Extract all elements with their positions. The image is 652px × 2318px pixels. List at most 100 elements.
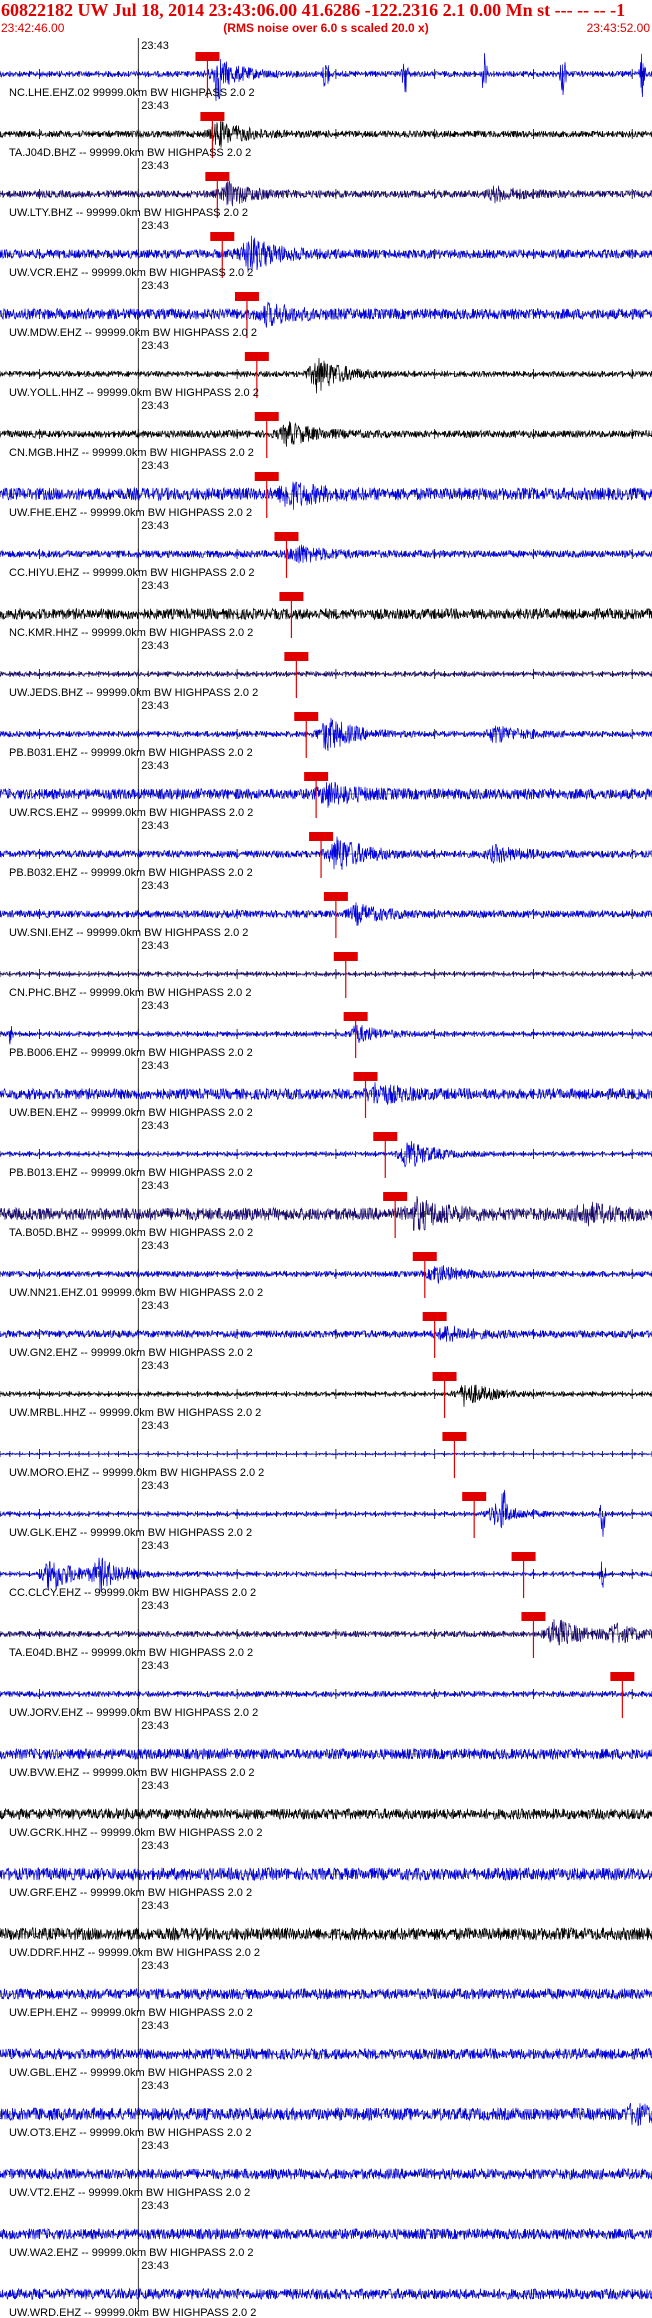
pick-flag: [279, 592, 304, 601]
minute-tick-label: 23:43: [141, 1480, 169, 1492]
trace-row: 23:43 UW.YOLL.HHZ -- 99999.0km BW HIGHPAS…: [0, 338, 652, 399]
trace-row: 23:43 PB.B031.EHZ -- 99999.0km BW HIGHPAS…: [0, 698, 652, 759]
minute-tick-label: 23:43: [141, 280, 169, 292]
station-label: NC.KMR.HHZ -- 99999.0km BW HIGHPASS 2.0 …: [9, 627, 253, 639]
minute-tick-label: 23:43: [141, 760, 169, 772]
station-label: UW.MRBL.HHZ -- 99999.0km BW HIGHPASS 2.0…: [9, 1407, 261, 1419]
station-label: UW.RCS.EHZ -- 99999.0km BW HIGHPASS 2.0 …: [9, 807, 253, 819]
station-label: UW.LTY.BHZ -- 99999.0km BW HIGHPASS 2.0 …: [9, 207, 248, 219]
station-label: UW.EPH.EHZ -- 99999.0km BW HIGHPASS 2.0 …: [9, 2007, 253, 2019]
trace-row: 23:43 UW.DDRF.HHZ -- 99999.0km BW HIGHPAS…: [0, 1898, 652, 1959]
station-label: UW.GN2.EHZ -- 99999.0km BW HIGHPASS 2.0 …: [9, 1347, 253, 1359]
pick-flag: [373, 1132, 398, 1141]
minute-tick-label: 23:43: [141, 40, 169, 52]
trace-row: 23:43 UW.JORV.EHZ -- 99999.0km BW HIGHPAS…: [0, 1658, 652, 1719]
minute-tick-label: 23:43: [141, 340, 169, 352]
minute-tick-label: 23:43: [141, 1720, 169, 1732]
trace-row: 23:43 UW.FHE.EHZ -- 99999.0km BW HIGHPASS…: [0, 458, 652, 519]
station-label: UW.GRF.EHZ -- 99999.0km BW HIGHPASS 2.0 …: [9, 1887, 252, 1899]
minute-tick-label: 23:43: [141, 1180, 169, 1192]
minute-tick-label: 23:43: [141, 2200, 169, 2212]
minute-tick-label: 23:43: [141, 160, 169, 172]
end-time-label: 23:43:52.00: [586, 21, 650, 35]
pick-flag: [383, 1192, 408, 1201]
waveform: [0, 2287, 652, 2301]
waveform: [0, 781, 652, 808]
station-label: UW.GBL.EHZ -- 99999.0km BW HIGHPASS 2.0 …: [9, 2067, 252, 2079]
station-label: UW.YOLL.HHZ -- 99999.0km BW HIGHPASS 2.0…: [9, 387, 259, 399]
pick-flag: [195, 52, 220, 61]
trace-row: 23:43 UW.SNI.EHZ -- 99999.0km BW HIGHPASS…: [0, 878, 652, 939]
trace-row: 23:43 CN.MGB.HHZ -- 99999.0km BW HIGHPASS…: [0, 398, 652, 459]
minute-tick-label: 23:43: [141, 700, 169, 712]
trace-row: 23:43 UW.NN21.EHZ.01 99999.0km BW HIGHPAS…: [0, 1238, 652, 1299]
trace-row: 23:43 UW.GBL.EHZ -- 99999.0km BW HIGHPASS…: [0, 2018, 652, 2079]
trace-row: 23:43 UW.BEN.EHZ -- 99999.0km BW HIGHPASS…: [0, 1058, 652, 1119]
pick-flag: [200, 112, 225, 121]
trace-row: 23:43 CC.CLCY.EHZ -- 99999.0km BW HIGHPAS…: [0, 1538, 652, 1599]
station-label: PB.B032.EHZ -- 99999.0km BW HIGHPASS 2.0…: [9, 867, 253, 879]
scaling-note: (RMS noise over 6.0 s scaled 20.0 x): [223, 21, 429, 35]
trace-row: 23:43 UW.GLK.EHZ -- 99999.0km BW HIGHPASS…: [0, 1478, 652, 1539]
pick-flag: [412, 1252, 437, 1261]
minute-tick-label: 23:43: [141, 1300, 169, 1312]
trace-row: 23:43 UW.WA2.EHZ -- 99999.0km BW HIGHPASS…: [0, 2198, 652, 2259]
trace-row: 23:43 UW.OT3.EHZ -- 99999.0km BW HIGHPASS…: [0, 2078, 652, 2139]
trace-row: 23:43 UW.MDW.EHZ -- 99999.0km BW HIGHPASS…: [0, 278, 652, 339]
minute-tick-label: 23:43: [141, 640, 169, 652]
pick-flag: [323, 892, 348, 901]
minute-tick-label: 23:43: [141, 1000, 169, 1012]
trace-row: 23:43 UW.MRBL.HHZ -- 99999.0km BW HIGHPAS…: [0, 1358, 652, 1419]
minute-tick-label: 23:43: [141, 940, 169, 952]
trace-row: 23:43 UW.LTY.BHZ -- 99999.0km BW HIGHPASS…: [0, 158, 652, 219]
trace-row: 23:43 TA.J04D.BHZ -- 99999.0km BW HIGHPAS…: [0, 98, 652, 159]
station-label: CN.MGB.HHZ -- 99999.0km BW HIGHPASS 2.0 …: [9, 447, 254, 459]
minute-tick-label: 23:43: [141, 2020, 169, 2032]
minute-tick-label: 23:43: [141, 1120, 169, 1132]
minute-tick-label: 23:43: [141, 880, 169, 892]
pick-flag: [442, 1432, 467, 1441]
station-label: UW.BVW.EHZ -- 99999.0km BW HIGHPASS 2.0 …: [9, 1767, 255, 1779]
station-label: UW.FHE.EHZ -- 99999.0km BW HIGHPASS 2.0 …: [9, 507, 252, 519]
minute-tick-label: 23:43: [141, 2260, 169, 2272]
trace-row: 23:43 PB.B006.EHZ -- 99999.0km BW HIGHPAS…: [0, 998, 652, 1059]
station-label: NC.LHE.EHZ.02 99999.0km BW HIGHPASS 2.0 …: [9, 87, 255, 99]
pick-flag: [309, 832, 334, 841]
seismogram-plot: 23:43 NC.LHE.EHZ.02 99999.0km BW HIGHPASS…: [0, 38, 652, 2318]
minute-tick-label: 23:43: [141, 220, 169, 232]
minute-tick-label: 23:43: [141, 1060, 169, 1072]
minute-tick-label: 23:43: [141, 2140, 169, 2152]
pick-flag: [511, 1552, 536, 1561]
waveform: [0, 1024, 652, 1045]
station-label: UW.WRD.EHZ -- 99999.0km BW HIGHPASS 2.0 …: [9, 2307, 256, 2318]
station-label: UW.VT2.EHZ -- 99999.0km BW HIGHPASS 2.0 …: [9, 2187, 250, 2199]
trace-row: 23:43 PB.B032.EHZ -- 99999.0km BW HIGHPAS…: [0, 818, 652, 879]
minute-tick-label: 23:43: [141, 1420, 169, 1432]
trace-row: 23:43 UW.EPH.EHZ -- 99999.0km BW HIGHPASS…: [0, 1958, 652, 2019]
station-label: UW.SNI.EHZ -- 99999.0km BW HIGHPASS 2.0 …: [9, 927, 248, 939]
minute-tick-label: 23:43: [141, 2080, 169, 2092]
trace-row: 23:43 UW.RCS.EHZ -- 99999.0km BW HIGHPASS…: [0, 758, 652, 819]
pick-flag: [294, 712, 319, 721]
waveform: [0, 301, 652, 328]
minute-tick-label: 23:43: [141, 1780, 169, 1792]
pick-flag: [244, 352, 269, 361]
trace-row: 23:43 UW.GN2.EHZ -- 99999.0km BW HIGHPASS…: [0, 1298, 652, 1359]
minute-tick-label: 23:43: [141, 1240, 169, 1252]
pick-flag: [462, 1492, 487, 1501]
pick-flag: [422, 1312, 447, 1321]
trace-row: 23:43 UW.GCRK.HHZ -- 99999.0km BW HIGHPAS…: [0, 1778, 652, 1839]
station-label: UW.MORO.EHZ -- 99999.0km BW HIGHPASS 2.0…: [9, 1467, 264, 1479]
waveform: [0, 836, 652, 870]
trace-row: 23:43 UW.JEDS.BHZ -- 99999.0km BW HIGHPAS…: [0, 638, 652, 699]
pick-flag: [234, 292, 259, 301]
pick-flag: [353, 1072, 378, 1081]
trace-row: 23:43 CN.PHC.BHZ -- 99999.0km BW HIGHPASS…: [0, 938, 652, 999]
station-label: UW.VCR.EHZ -- 99999.0km BW HIGHPASS 2.0 …: [9, 267, 253, 279]
pick-flag: [343, 1012, 368, 1021]
minute-tick-label: 23:43: [141, 1840, 169, 1852]
pick-flag: [333, 952, 358, 961]
waveform: [0, 1265, 652, 1284]
waveform: [0, 902, 652, 926]
minute-tick-label: 23:43: [141, 1960, 169, 1972]
